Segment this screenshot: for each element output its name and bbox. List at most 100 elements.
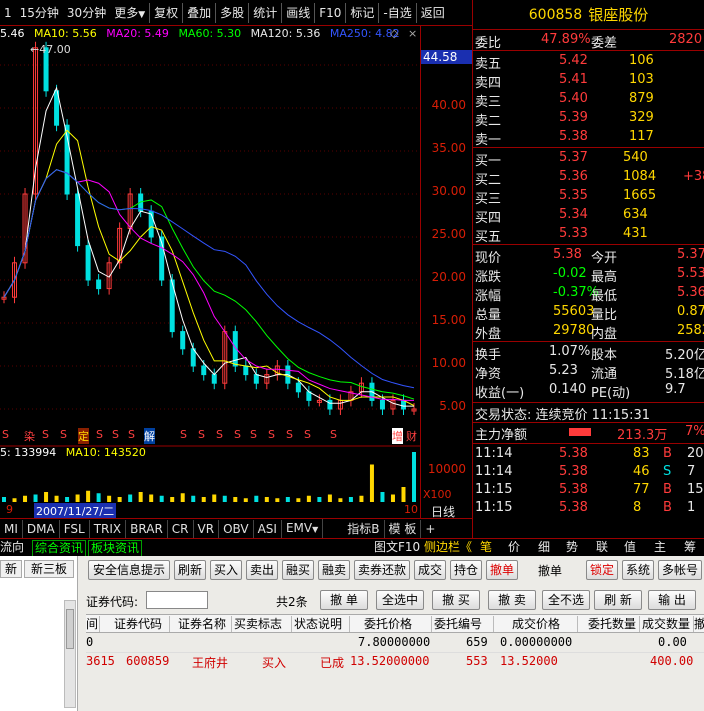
col-time[interactable]: 间 xyxy=(86,616,100,632)
marker-2[interactable]: S xyxy=(60,428,67,441)
sell-button[interactable]: 卖出 xyxy=(246,560,278,580)
sell-repay-button[interactable]: 卖券还款 xyxy=(354,560,410,580)
toolbar-item-1min[interactable]: 1 xyxy=(0,3,16,23)
ask-level[interactable]: 卖二 5.39 329 xyxy=(473,109,704,129)
deselect-all-button[interactable]: 全不选 xyxy=(542,590,590,610)
marker-9[interactable]: S xyxy=(180,428,187,441)
marker-15[interactable]: S xyxy=(286,428,293,441)
indicator-tab-cr[interactable]: CR xyxy=(168,519,194,538)
marker-10[interactable]: S xyxy=(198,428,205,441)
col-cancel[interactable]: 撤 xyxy=(694,616,704,632)
multi-account-button[interactable]: 多帐号 xyxy=(658,560,702,580)
marker-17[interactable]: S xyxy=(2,428,9,441)
tab-main[interactable]: 主 xyxy=(654,540,666,555)
marker-6[interactable]: S xyxy=(128,428,135,441)
tab-news[interactable]: 综合资讯 xyxy=(32,540,87,557)
tab-price[interactable]: 价 xyxy=(508,540,520,555)
col-name[interactable]: 证券名称 xyxy=(172,616,232,632)
tab-trend[interactable]: 势 xyxy=(566,540,578,555)
tab-sidebar[interactable]: 侧边栏《 xyxy=(424,540,472,555)
bid-level[interactable]: 买五 5.33 431 xyxy=(473,225,704,245)
tab-link[interactable]: 联 xyxy=(596,540,608,555)
indicator-tab-b[interactable]: 指标B xyxy=(343,519,385,538)
code-input[interactable] xyxy=(146,591,208,609)
indicator-tab-mi[interactable]: MI xyxy=(0,519,23,538)
toolbar-item-back[interactable]: 返回 xyxy=(415,2,449,23)
increase-tag[interactable]: 增 xyxy=(392,428,403,444)
vertical-scrollbar[interactable] xyxy=(64,600,76,708)
col-order-qty[interactable]: 委托数量 xyxy=(580,616,640,632)
table-row[interactable]: 0 7.80000000 659 0.00000000 0.00 xyxy=(86,634,704,652)
col-status[interactable]: 状态说明 xyxy=(294,616,350,632)
col-fill-qty[interactable]: 成交数量 xyxy=(642,616,694,632)
lock-button[interactable]: 锁定 xyxy=(586,560,618,580)
ask-level[interactable]: 卖五 5.42 106 xyxy=(473,52,704,72)
security-info-button[interactable]: 安全信息提示 xyxy=(88,560,170,580)
marker-8[interactable]: 解 xyxy=(144,428,155,444)
tab-f10[interactable]: 图文F10 xyxy=(374,540,420,555)
marker-14[interactable]: S xyxy=(268,428,275,441)
tab-value[interactable]: 值 xyxy=(624,540,636,555)
indicator-tab-obv[interactable]: OBV xyxy=(219,519,254,538)
toolbar-item-stats[interactable]: 统计 xyxy=(248,2,281,23)
col-side[interactable]: 买卖标志 xyxy=(234,616,292,632)
tick-row[interactable]: 11:15 5.38 77 B 15 xyxy=(473,481,704,500)
toolbar-item-15min[interactable]: 15分钟 xyxy=(16,3,63,23)
col-order-price[interactable]: 委托价格 xyxy=(352,616,432,632)
select-all-button[interactable]: 全选中 xyxy=(376,590,424,610)
indicator-tab-dma[interactable]: DMA xyxy=(23,519,60,538)
marker-1[interactable]: S xyxy=(42,428,49,441)
marker-13[interactable]: S xyxy=(250,428,257,441)
buy-button[interactable]: 买入 xyxy=(210,560,242,580)
tick-row[interactable]: 11:15 5.38 8 B 1 xyxy=(473,499,704,518)
stat-row[interactable]: 涨跌 -0.02 最高 5.53 xyxy=(473,265,704,285)
toolbar-item-draw[interactable]: 画线 xyxy=(281,2,314,23)
finance-tag[interactable]: 财 xyxy=(406,428,417,444)
scrollbar-thumb[interactable] xyxy=(66,609,74,649)
marker-0[interactable]: 染 xyxy=(24,428,35,444)
tab-tick[interactable]: 笔 xyxy=(480,540,492,555)
tab-new[interactable]: 新 xyxy=(0,560,22,578)
filled-button[interactable]: 成交 xyxy=(414,560,446,580)
marker-3[interactable]: 定 xyxy=(78,428,89,444)
indicator-tab-brar[interactable]: BRAR xyxy=(126,519,168,538)
indicator-tab-trix[interactable]: TRIX xyxy=(90,519,127,538)
marker-4[interactable]: S xyxy=(96,428,103,441)
indicator-tab-asi[interactable]: ASI xyxy=(254,519,282,538)
ask-level[interactable]: 卖一 5.38 117 xyxy=(473,128,704,148)
template-tab[interactable]: 模 板 xyxy=(385,519,422,538)
bid-level[interactable]: 买二 5.36 1084 +38 xyxy=(473,168,704,188)
refresh-list-button[interactable]: 刷 新 xyxy=(594,590,642,610)
marker-18[interactable]: S xyxy=(330,428,337,441)
cancel-sell-button[interactable]: 撤 卖 xyxy=(488,590,536,610)
margin-sell-button[interactable]: 融卖 xyxy=(318,560,350,580)
ask-level[interactable]: 卖三 5.40 879 xyxy=(473,90,704,110)
indicator-tab-vr[interactable]: VR xyxy=(194,519,220,538)
col-order-id[interactable]: 委托编号 xyxy=(434,616,494,632)
marker-12[interactable]: S xyxy=(234,428,241,441)
bid-level[interactable]: 买三 5.35 1665 xyxy=(473,187,704,207)
cancel-buy-button[interactable]: 撤 买 xyxy=(432,590,480,610)
stat-row[interactable]: 外盘 29780内盘 25823 xyxy=(473,322,704,342)
toolbar-item-overlay[interactable]: 叠加 xyxy=(182,2,215,23)
stat-row[interactable]: 现价 5.38 今开 5.37 xyxy=(473,246,704,266)
add-indicator-button[interactable]: + xyxy=(421,520,439,538)
col-fill-price[interactable]: 成交价格 xyxy=(496,616,578,632)
margin-buy-button[interactable]: 融买 xyxy=(282,560,314,580)
tab-new-third-board[interactable]: 新三板 xyxy=(24,560,74,578)
marker-5[interactable]: S xyxy=(112,428,119,441)
tick-row[interactable]: 11:14 5.38 46 S 7 xyxy=(473,463,704,482)
bid-level[interactable]: 买一 5.37 540 xyxy=(473,149,704,169)
marker-16[interactable]: S xyxy=(304,428,311,441)
bid-level[interactable]: 买四 5.34 634 xyxy=(473,206,704,226)
cancel-button[interactable]: 撤 单 xyxy=(320,590,368,610)
toolbar-item-multi-stock[interactable]: 多股 xyxy=(215,2,248,23)
cancel-order-tab[interactable]: 撤单 xyxy=(486,560,518,580)
system-button[interactable]: 系统 xyxy=(622,560,654,580)
toolbar-item-30min[interactable]: 30分钟 xyxy=(63,3,110,23)
stat-row[interactable]: 净资 5.23 流通 5.18亿 xyxy=(473,362,704,382)
toolbar-item-f10[interactable]: F10 xyxy=(314,2,345,23)
position-button[interactable]: 持仓 xyxy=(450,560,482,580)
tab-sector-news[interactable]: 板块资讯 xyxy=(88,540,143,557)
kline-chart[interactable] xyxy=(0,26,420,518)
